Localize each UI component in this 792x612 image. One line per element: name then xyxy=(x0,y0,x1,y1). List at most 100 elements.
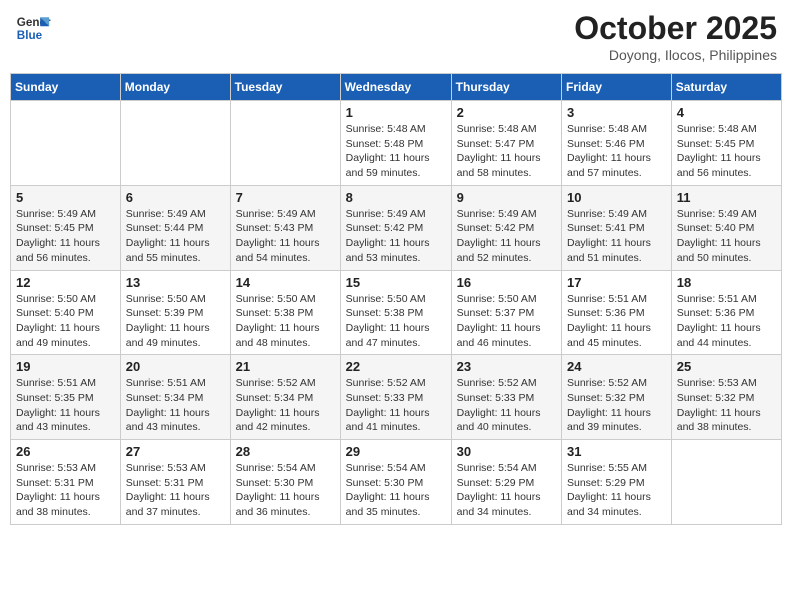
calendar-week-3: 12 Sunrise: 5:50 AM Sunset: 5:40 PM Dayli… xyxy=(11,270,782,355)
calendar-cell: 4 Sunrise: 5:48 AM Sunset: 5:45 PM Daylig… xyxy=(671,101,781,186)
day-info: Sunrise: 5:49 AM Sunset: 5:45 PM Dayligh… xyxy=(16,207,115,266)
calendar-cell: 25Sunrise: 5:53 AM Sunset: 5:32 PM Dayli… xyxy=(671,355,781,440)
day-info: Sunrise: 5:49 AM Sunset: 5:42 PM Dayligh… xyxy=(457,207,556,266)
calendar-cell: 9 Sunrise: 5:49 AM Sunset: 5:42 PM Daylig… xyxy=(451,185,561,270)
weekday-header-friday: Friday xyxy=(562,74,672,101)
day-number: 31 xyxy=(567,444,666,459)
calendar-cell: 22Sunrise: 5:52 AM Sunset: 5:33 PM Dayli… xyxy=(340,355,451,440)
calendar-cell: 6 Sunrise: 5:49 AM Sunset: 5:44 PM Daylig… xyxy=(120,185,230,270)
svg-text:Blue: Blue xyxy=(17,29,43,42)
day-info: Sunrise: 5:49 AM Sunset: 5:41 PM Dayligh… xyxy=(567,207,666,266)
day-number: 20 xyxy=(126,359,225,374)
day-info: Sunrise: 5:52 AM Sunset: 5:33 PM Dayligh… xyxy=(346,376,446,435)
calendar-cell: 26 Sunrise: 5:53 AM Sunset: 5:31 PM Dayli… xyxy=(11,440,121,525)
calendar-cell: 14Sunrise: 5:50 AM Sunset: 5:38 PM Dayli… xyxy=(230,270,340,355)
day-info: Sunrise: 5:50 AM Sunset: 5:38 PM Dayligh… xyxy=(236,292,335,351)
calendar-cell: 3Sunrise: 5:48 AM Sunset: 5:46 PM Daylig… xyxy=(562,101,672,186)
calendar-cell: 15 Sunrise: 5:50 AM Sunset: 5:38 PM Dayli… xyxy=(340,270,451,355)
calendar-cell: 21 Sunrise: 5:52 AM Sunset: 5:34 PM Dayli… xyxy=(230,355,340,440)
day-info: Sunrise: 5:52 AM Sunset: 5:34 PM Dayligh… xyxy=(236,376,335,435)
day-info: Sunrise: 5:48 AM Sunset: 5:46 PM Dayligh… xyxy=(567,122,666,181)
day-info: Sunrise: 5:51 AM Sunset: 5:36 PM Dayligh… xyxy=(567,292,666,351)
calendar-cell: 27 Sunrise: 5:53 AM Sunset: 5:31 PM Dayli… xyxy=(120,440,230,525)
calendar-cell: 13Sunrise: 5:50 AM Sunset: 5:39 PM Dayli… xyxy=(120,270,230,355)
day-info: Sunrise: 5:54 AM Sunset: 5:30 PM Dayligh… xyxy=(236,461,335,520)
day-number: 15 xyxy=(346,275,446,290)
day-info: Sunrise: 5:53 AM Sunset: 5:31 PM Dayligh… xyxy=(126,461,225,520)
calendar-cell: 5 Sunrise: 5:49 AM Sunset: 5:45 PM Daylig… xyxy=(11,185,121,270)
day-info: Sunrise: 5:50 AM Sunset: 5:37 PM Dayligh… xyxy=(457,292,556,351)
calendar-cell: 11Sunrise: 5:49 AM Sunset: 5:40 PM Dayli… xyxy=(671,185,781,270)
day-number: 17 xyxy=(567,275,666,290)
day-info: Sunrise: 5:51 AM Sunset: 5:36 PM Dayligh… xyxy=(677,292,776,351)
day-info: Sunrise: 5:53 AM Sunset: 5:31 PM Dayligh… xyxy=(16,461,115,520)
day-number: 8 xyxy=(346,190,446,205)
day-info: Sunrise: 5:48 AM Sunset: 5:45 PM Dayligh… xyxy=(677,122,776,181)
day-info: Sunrise: 5:48 AM Sunset: 5:48 PM Dayligh… xyxy=(346,122,446,181)
weekday-header-sunday: Sunday xyxy=(11,74,121,101)
day-number: 24 xyxy=(567,359,666,374)
day-info: Sunrise: 5:55 AM Sunset: 5:29 PM Dayligh… xyxy=(567,461,666,520)
weekday-header-saturday: Saturday xyxy=(671,74,781,101)
day-number: 6 xyxy=(126,190,225,205)
calendar-cell: 20Sunrise: 5:51 AM Sunset: 5:34 PM Dayli… xyxy=(120,355,230,440)
day-info: Sunrise: 5:49 AM Sunset: 5:44 PM Dayligh… xyxy=(126,207,225,266)
day-number: 25 xyxy=(677,359,776,374)
title-section: October 2025 Doyong, Ilocos, Philippines xyxy=(574,10,777,63)
day-info: Sunrise: 5:54 AM Sunset: 5:30 PM Dayligh… xyxy=(346,461,446,520)
calendar-cell: 29 Sunrise: 5:54 AM Sunset: 5:30 PM Dayli… xyxy=(340,440,451,525)
day-number: 23 xyxy=(457,359,556,374)
day-number: 26 xyxy=(16,444,115,459)
day-info: Sunrise: 5:52 AM Sunset: 5:32 PM Dayligh… xyxy=(567,376,666,435)
day-number: 21 xyxy=(236,359,335,374)
day-number: 29 xyxy=(346,444,446,459)
day-info: Sunrise: 5:54 AM Sunset: 5:29 PM Dayligh… xyxy=(457,461,556,520)
calendar-cell: 1 Sunrise: 5:48 AM Sunset: 5:48 PM Daylig… xyxy=(340,101,451,186)
calendar-cell: 31 Sunrise: 5:55 AM Sunset: 5:29 PM Dayli… xyxy=(562,440,672,525)
weekday-header-monday: Monday xyxy=(120,74,230,101)
day-number: 4 xyxy=(677,105,776,120)
calendar-cell: 2 Sunrise: 5:48 AM Sunset: 5:47 PM Daylig… xyxy=(451,101,561,186)
day-number: 5 xyxy=(16,190,115,205)
calendar-cell xyxy=(11,101,121,186)
calendar-cell: 28 Sunrise: 5:54 AM Sunset: 5:30 PM Dayli… xyxy=(230,440,340,525)
day-info: Sunrise: 5:48 AM Sunset: 5:47 PM Dayligh… xyxy=(457,122,556,181)
day-number: 9 xyxy=(457,190,556,205)
calendar-week-1: 1 Sunrise: 5:48 AM Sunset: 5:48 PM Daylig… xyxy=(11,101,782,186)
day-number: 10 xyxy=(567,190,666,205)
day-number: 19 xyxy=(16,359,115,374)
calendar-cell: 17 Sunrise: 5:51 AM Sunset: 5:36 PM Dayli… xyxy=(562,270,672,355)
calendar-cell: 19 Sunrise: 5:51 AM Sunset: 5:35 PM Dayli… xyxy=(11,355,121,440)
day-number: 12 xyxy=(16,275,115,290)
month-title: October 2025 xyxy=(574,10,777,47)
day-number: 28 xyxy=(236,444,335,459)
day-info: Sunrise: 5:50 AM Sunset: 5:40 PM Dayligh… xyxy=(16,292,115,351)
calendar-cell xyxy=(120,101,230,186)
calendar-cell xyxy=(230,101,340,186)
calendar-cell: 23Sunrise: 5:52 AM Sunset: 5:33 PM Dayli… xyxy=(451,355,561,440)
day-number: 2 xyxy=(457,105,556,120)
calendar-cell: 12 Sunrise: 5:50 AM Sunset: 5:40 PM Dayli… xyxy=(11,270,121,355)
calendar-cell: 18Sunrise: 5:51 AM Sunset: 5:36 PM Dayli… xyxy=(671,270,781,355)
day-number: 1 xyxy=(346,105,446,120)
day-info: Sunrise: 5:51 AM Sunset: 5:35 PM Dayligh… xyxy=(16,376,115,435)
calendar-week-4: 19 Sunrise: 5:51 AM Sunset: 5:35 PM Dayli… xyxy=(11,355,782,440)
day-info: Sunrise: 5:49 AM Sunset: 5:43 PM Dayligh… xyxy=(236,207,335,266)
weekday-header-wednesday: Wednesday xyxy=(340,74,451,101)
day-info: Sunrise: 5:49 AM Sunset: 5:42 PM Dayligh… xyxy=(346,207,446,266)
weekday-header-tuesday: Tuesday xyxy=(230,74,340,101)
day-info: Sunrise: 5:50 AM Sunset: 5:38 PM Dayligh… xyxy=(346,292,446,351)
calendar-table: SundayMondayTuesdayWednesdayThursdayFrid… xyxy=(10,73,782,525)
calendar-cell: 10 Sunrise: 5:49 AM Sunset: 5:41 PM Dayli… xyxy=(562,185,672,270)
day-info: Sunrise: 5:49 AM Sunset: 5:40 PM Dayligh… xyxy=(677,207,776,266)
calendar-week-5: 26 Sunrise: 5:53 AM Sunset: 5:31 PM Dayli… xyxy=(11,440,782,525)
calendar-week-2: 5 Sunrise: 5:49 AM Sunset: 5:45 PM Daylig… xyxy=(11,185,782,270)
calendar-cell: 30 Sunrise: 5:54 AM Sunset: 5:29 PM Dayli… xyxy=(451,440,561,525)
calendar-cell: 8 Sunrise: 5:49 AM Sunset: 5:42 PM Daylig… xyxy=(340,185,451,270)
logo: General Blue xyxy=(15,10,51,46)
calendar-cell xyxy=(671,440,781,525)
day-number: 27 xyxy=(126,444,225,459)
day-number: 30 xyxy=(457,444,556,459)
calendar-cell: 16 Sunrise: 5:50 AM Sunset: 5:37 PM Dayli… xyxy=(451,270,561,355)
day-number: 16 xyxy=(457,275,556,290)
